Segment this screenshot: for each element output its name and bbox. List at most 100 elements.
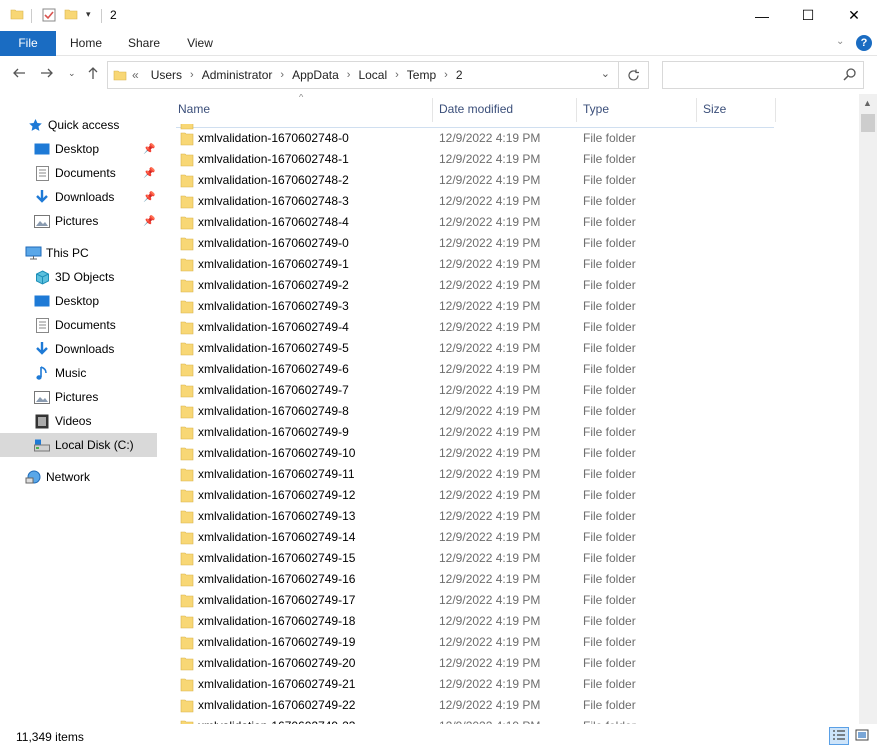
breadcrumb-separator-icon[interactable]: ›: [280, 69, 284, 81]
column-divider[interactable]: [432, 98, 433, 122]
column-header-type[interactable]: Type: [579, 94, 695, 124]
breadcrumb-temp[interactable]: Temp: [407, 68, 436, 82]
sidebar-item-documents[interactable]: Documents: [0, 313, 157, 337]
column-divider[interactable]: [775, 98, 776, 122]
tab-share[interactable]: Share: [118, 31, 170, 56]
table-row[interactable]: xmlvalidation-1670602749-6 12/9/2022 4:19…: [174, 359, 860, 380]
address-bar[interactable]: « Users › Administrator › AppData › Loca…: [107, 61, 619, 89]
breadcrumb-appdata[interactable]: AppData: [292, 68, 339, 82]
table-row[interactable]: xmlvalidation-1670602748-2 12/9/2022 4:19…: [174, 170, 860, 191]
table-row[interactable]: xmlvalidation-1670602749-3 12/9/2022 4:19…: [174, 296, 860, 317]
table-row[interactable]: xmlvalidation-1670602749-10 12/9/2022 4:1…: [174, 443, 860, 464]
breadcrumb-overflow[interactable]: «: [132, 68, 139, 82]
sidebar-item-local-disk[interactable]: Local Disk (C:): [0, 433, 157, 457]
pin-icon[interactable]: 📌: [143, 216, 155, 227]
tab-view[interactable]: View: [176, 31, 224, 56]
column-header-name[interactable]: Name: [174, 94, 432, 124]
pin-icon[interactable]: 📌: [143, 168, 155, 179]
pin-icon[interactable]: 📌: [143, 144, 155, 155]
table-row[interactable]: xmlvalidation-1670602749-13 12/9/2022 4:1…: [174, 506, 860, 527]
breadcrumb-2[interactable]: 2: [456, 68, 463, 82]
breadcrumb-separator-icon[interactable]: ›: [395, 69, 399, 81]
table-row[interactable]: xmlvalidation-1670602749-18 12/9/2022 4:1…: [174, 611, 860, 632]
breadcrumb-separator-icon[interactable]: ›: [444, 69, 448, 81]
sidebar-item-quick-documents[interactable]: Documents 📌: [0, 161, 157, 185]
file-name: xmlvalidation-1670602748-2: [198, 173, 349, 187]
sidebar-item-network[interactable]: Network: [0, 465, 157, 489]
sidebar-item-quick-pictures[interactable]: Pictures 📌: [0, 209, 157, 233]
table-row[interactable]: xmlvalidation-1670602749-22 12/9/2022 4:1…: [174, 695, 860, 716]
sidebar-item-desktop[interactable]: Desktop: [0, 289, 157, 313]
table-row[interactable]: xmlvalidation-1670602749-19 12/9/2022 4:1…: [174, 632, 860, 653]
table-row[interactable]: xmlvalidation-1670602749-7 12/9/2022 4:19…: [174, 380, 860, 401]
breadcrumb-local[interactable]: Local: [358, 68, 387, 82]
details-view-button[interactable]: [829, 727, 849, 745]
table-row[interactable]: xmlvalidation-1670602749-15 12/9/2022 4:1…: [174, 548, 860, 569]
table-row[interactable]: xmlvalidation-1670602748-4 12/9/2022 4:19…: [174, 212, 860, 233]
table-row[interactable]: xmlvalidation-1670602749-12 12/9/2022 4:1…: [174, 485, 860, 506]
address-dropdown-chevron-icon[interactable]: ⌄: [601, 67, 610, 80]
up-arrow-icon[interactable]: [86, 66, 100, 84]
breadcrumb-users[interactable]: Users: [151, 68, 182, 82]
file-date-modified: 12/9/2022 4:19 PM: [439, 173, 541, 187]
table-row[interactable]: xmlvalidation-1670602749-2312/9/2022 4:1…: [174, 716, 860, 724]
refresh-icon[interactable]: [619, 61, 649, 89]
back-arrow-icon[interactable]: [12, 66, 26, 84]
sidebar-item-music[interactable]: Music: [0, 361, 157, 385]
search-box[interactable]: [662, 61, 864, 89]
new-folder-icon[interactable]: [64, 7, 78, 24]
table-row[interactable]: xmlvalidation-1670602749-0 12/9/2022 4:19…: [174, 233, 860, 254]
tab-home[interactable]: Home: [60, 31, 112, 56]
tab-file[interactable]: File: [0, 31, 56, 56]
table-row[interactable]: xmlvalidation-1670602749-5 12/9/2022 4:19…: [174, 338, 860, 359]
table-row[interactable]: xmlvalidation-1670602749-1 12/9/2022 4:19…: [174, 254, 860, 275]
column-divider[interactable]: [576, 98, 577, 122]
column-header-size[interactable]: Size: [699, 94, 775, 124]
sidebar-item-videos[interactable]: Videos: [0, 409, 157, 433]
table-row[interactable]: xmlvalidation-1670602749-8 12/9/2022 4:19…: [174, 401, 860, 422]
sidebar-item-downloads[interactable]: Downloads: [0, 337, 157, 361]
breadcrumb-administrator[interactable]: Administrator: [202, 68, 273, 82]
sidebar-item-pictures[interactable]: Pictures: [0, 385, 157, 409]
table-row[interactable]: xmlvalidation-1670602749-21 12/9/2022 4:1…: [174, 674, 860, 695]
title-bar: ▾ 2 — ☐ ✕: [0, 0, 877, 31]
table-row[interactable]: xmlvalidation-1670602749-2 12/9/2022 4:19…: [174, 275, 860, 296]
sidebar-item-quick-desktop[interactable]: Desktop 📌: [0, 137, 157, 161]
table-row[interactable]: xmlvalidation-1670602749-9 12/9/2022 4:19…: [174, 422, 860, 443]
expand-ribbon-chevron-icon[interactable]: ⌄: [836, 36, 844, 47]
table-row[interactable]: xmlvalidation-1670602748-0 12/9/2022 4:19…: [174, 128, 860, 149]
column-header-date-modified[interactable]: Date modified: [435, 94, 577, 124]
table-row[interactable]: xmlvalidation-1670602749-17 12/9/2022 4:1…: [174, 590, 860, 611]
table-row[interactable]: xmlvalidation-1670602749-20 12/9/2022 4:1…: [174, 653, 860, 674]
table-row[interactable]: xmlvalidation-1670602748-1 12/9/2022 4:19…: [174, 149, 860, 170]
sidebar-item-this-pc[interactable]: This PC: [0, 241, 157, 265]
breadcrumb-separator-icon[interactable]: ›: [190, 69, 194, 81]
table-row[interactable]: xmlvalidation-1670602748-3 12/9/2022 4:19…: [174, 191, 860, 212]
minimize-button[interactable]: —: [739, 0, 785, 31]
table-row[interactable]: xmlvalidation-1670602749-4 12/9/2022 4:19…: [174, 317, 860, 338]
customize-toolbar-chevron-icon[interactable]: ▾: [86, 9, 91, 20]
properties-checklist-icon[interactable]: [41, 7, 57, 26]
table-row[interactable]: xmlvalidation-1670602749-11 12/9/2022 4:1…: [174, 464, 860, 485]
forward-arrow-icon[interactable]: [40, 66, 54, 84]
recent-locations-chevron-icon[interactable]: ⌄: [68, 68, 76, 79]
large-icons-view-button[interactable]: [852, 727, 872, 745]
close-button[interactable]: ✕: [831, 0, 877, 31]
sidebar-item-quick-downloads[interactable]: Downloads 📌: [0, 185, 157, 209]
column-divider[interactable]: [696, 98, 697, 122]
maximize-button[interactable]: ☐: [785, 0, 831, 31]
help-button[interactable]: ?: [856, 35, 872, 51]
sidebar-item-quick-access[interactable]: Quick access: [0, 113, 157, 137]
scrollbar-thumb[interactable]: [861, 114, 875, 132]
table-row[interactable]: xmlvalidation-1670602749-16 12/9/2022 4:1…: [174, 569, 860, 590]
folder-icon[interactable]: [10, 7, 24, 24]
breadcrumb-separator-icon[interactable]: ›: [347, 69, 351, 81]
search-icon[interactable]: [843, 67, 857, 84]
table-row[interactable]: xmlvalidation-1670602749-14 12/9/2022 4:1…: [174, 527, 860, 548]
vertical-scrollbar[interactable]: ▲: [859, 94, 877, 724]
folder-icon: [180, 257, 194, 275]
sidebar-item-3d-objects[interactable]: 3D Objects: [0, 265, 157, 289]
pin-icon[interactable]: 📌: [143, 192, 155, 203]
file-list: ^ Name Date modified Type Size xmlvalida…: [160, 94, 860, 724]
scroll-up-arrow-icon[interactable]: ▲: [863, 98, 872, 108]
